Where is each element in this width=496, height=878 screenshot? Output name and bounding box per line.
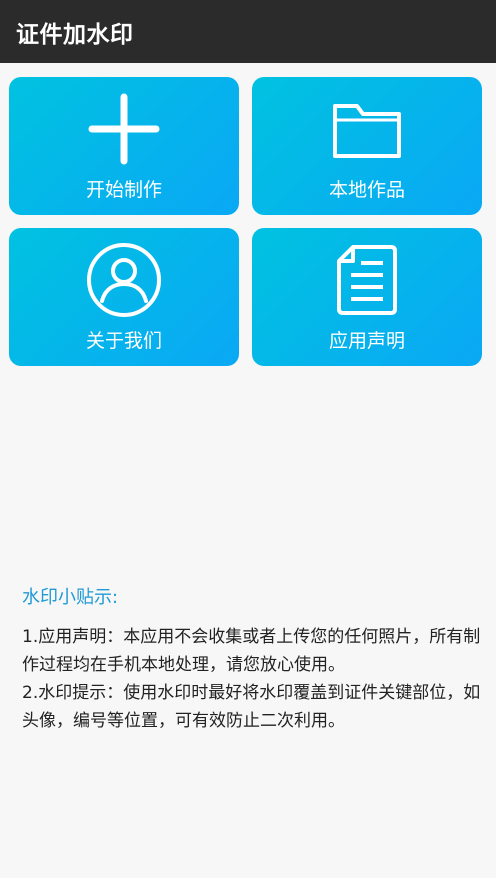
folder-icon <box>327 89 407 169</box>
document-icon <box>327 240 407 320</box>
watermark-tips: 水印小贴示: 1.应用声明：本应用不会收集或者上传您的任何照片，所有制作过程均在… <box>22 585 482 735</box>
plus-icon <box>84 89 164 169</box>
app-title: 证件加水印 <box>16 21 134 48</box>
start-making-button[interactable]: 开始制作 <box>9 77 239 215</box>
tip-item-watermark: 2.水印提示：使用水印时最好将水印覆盖到证件关键部位，如头像，编号等位置，可有效… <box>22 683 481 731</box>
tips-body: 1.应用声明：本应用不会收集或者上传您的任何照片，所有制作过程均在手机本地处理，… <box>22 623 482 735</box>
tips-title: 水印小贴示: <box>22 587 119 608</box>
tip-item-statement: 1.应用声明：本应用不会收集或者上传您的任何照片，所有制作过程均在手机本地处理，… <box>22 627 481 675</box>
app-bar: 证件加水印 <box>0 0 496 63</box>
about-us-label: 关于我们 <box>85 330 162 352</box>
local-works-button[interactable]: 本地作品 <box>252 77 482 215</box>
start-making-label: 开始制作 <box>85 179 162 201</box>
app-statement-label: 应用声明 <box>328 330 405 352</box>
app-statement-button[interactable]: 应用声明 <box>252 228 482 366</box>
about-us-button[interactable]: 关于我们 <box>9 228 239 366</box>
user-circle-icon <box>84 240 164 320</box>
local-works-label: 本地作品 <box>328 179 405 201</box>
